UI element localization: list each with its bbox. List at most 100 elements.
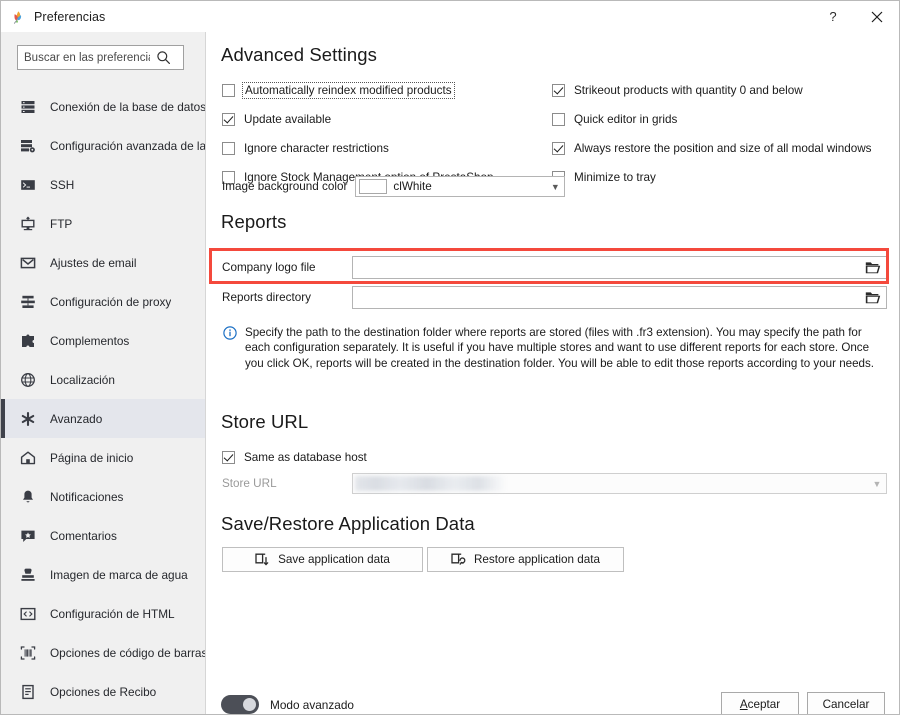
sidebar-item-label: Conexión de la base de datos xyxy=(50,99,206,114)
sidebar-item-advanced[interactable]: Avanzado xyxy=(1,399,205,438)
window-title: Preferencias xyxy=(34,9,106,24)
receipt-icon xyxy=(19,683,37,701)
chevron-down-icon: ▼ xyxy=(872,478,882,489)
advanced-checkbox-column-right: Strikeout products with quantity 0 and b… xyxy=(552,80,897,188)
info-icon xyxy=(223,325,245,371)
checkbox-minimize-to-tray[interactable]: Minimize to tray xyxy=(552,167,897,188)
search-box[interactable] xyxy=(17,45,184,70)
restore-application-data-button[interactable]: Restore application data xyxy=(427,547,624,572)
checkbox-box[interactable] xyxy=(222,451,235,464)
help-icon[interactable]: ? xyxy=(811,2,855,32)
reports-info-text: Specify the path to the destination fold… xyxy=(245,326,874,370)
sidebar-item-notifications[interactable]: Notificaciones xyxy=(1,477,205,516)
checkbox-box[interactable] xyxy=(222,113,235,126)
checkbox-label: Quick editor in grids xyxy=(574,113,678,126)
checkbox-auto-reindex[interactable]: Automatically reindex modified products xyxy=(222,80,562,101)
save-data-icon xyxy=(255,552,270,567)
sidebar-item-comments[interactable]: Comentarios xyxy=(1,516,205,555)
checkbox-update-available[interactable]: Update available xyxy=(222,109,562,130)
sidebar-item-label: Avanzado xyxy=(50,411,103,426)
cancel-button-label: Cancelar xyxy=(822,698,870,711)
image-background-color-combo[interactable]: clWhite ▼ xyxy=(355,176,566,197)
color-swatch[interactable] xyxy=(359,179,388,194)
checkbox-ignore-character-restrictions[interactable]: Ignore character restrictions xyxy=(222,138,562,159)
sidebar-item-html-settings[interactable]: Configuración de HTML xyxy=(1,594,205,633)
save-application-data-button[interactable]: Save application data xyxy=(222,547,423,572)
sidebar-item-proxy-settings[interactable]: Configuración de proxy xyxy=(1,282,205,321)
checkbox-label: Update available xyxy=(244,113,332,126)
sidebar-item-label: Localización xyxy=(50,372,115,387)
store-url-row: Store URL ▼ xyxy=(222,473,887,494)
sidebar-item-advanced-database-settings[interactable]: Configuración avanzada de la … xyxy=(1,126,205,165)
globe-icon xyxy=(19,371,37,389)
checkbox-box[interactable] xyxy=(222,84,235,97)
restore-application-data-label: Restore application data xyxy=(473,553,601,566)
content-pane: Advanced Settings Automatically reindex … xyxy=(207,32,899,714)
sidebar-nav: Conexión de la base de datos Configuraci… xyxy=(1,87,206,711)
ftp-icon xyxy=(19,215,37,233)
checkbox-box[interactable] xyxy=(552,84,565,97)
checkbox-box[interactable] xyxy=(222,142,235,155)
leaf-icon xyxy=(10,9,26,25)
sidebar-item-home-page[interactable]: Página de inicio xyxy=(1,438,205,477)
company-logo-file-field[interactable] xyxy=(352,256,887,279)
reports-directory-field[interactable] xyxy=(352,286,887,309)
sidebar-item-label: Configuración de proxy xyxy=(50,294,172,309)
sidebar-item-email-settings[interactable]: Ajustes de email xyxy=(1,243,205,282)
dialog-button-row: Aceptar Cancelar xyxy=(721,692,885,714)
image-background-color-label: Image background color xyxy=(222,180,348,193)
sidebar-item-watermark-image[interactable]: Imagen de marca de agua xyxy=(1,555,205,594)
cancel-button[interactable]: Cancelar xyxy=(807,692,885,714)
asterisk-icon xyxy=(19,410,37,428)
checkbox-label: Ignore character restrictions xyxy=(244,142,389,155)
checkbox-always-restore-modal-position[interactable]: Always restore the position and size of … xyxy=(552,138,897,159)
store-url-label: Store URL xyxy=(222,477,277,490)
sidebar-item-label: Complementos xyxy=(50,333,130,348)
advanced-settings-heading: Advanced Settings xyxy=(221,44,377,65)
store-url-combo: ▼ xyxy=(352,473,887,494)
checkbox-same-as-database-host[interactable]: Same as database host xyxy=(222,447,367,468)
store-url-redacted-value xyxy=(355,476,505,491)
folder-open-icon[interactable] xyxy=(860,257,886,278)
sidebar-item-label: FTP xyxy=(50,216,73,231)
proxy-icon xyxy=(19,293,37,311)
search-input[interactable] xyxy=(18,47,152,68)
advanced-mode-toggle-group[interactable]: Modo avanzado xyxy=(221,695,354,714)
sidebar-item-ftp[interactable]: FTP xyxy=(1,204,205,243)
envelope-icon xyxy=(19,254,37,272)
sidebar-item-localization[interactable]: Localización xyxy=(1,360,205,399)
checkbox-quick-editor-in-grids[interactable]: Quick editor in grids xyxy=(552,109,897,130)
bell-icon xyxy=(19,488,37,506)
feedback-icon xyxy=(19,527,37,545)
close-icon[interactable] xyxy=(855,2,899,32)
accept-button[interactable]: Aceptar xyxy=(721,692,799,714)
advanced-mode-toggle[interactable] xyxy=(221,695,259,714)
sidebar-item-label: Configuración de HTML xyxy=(50,606,175,621)
search-icon[interactable] xyxy=(152,50,174,65)
sidebar-item-label: Página de inicio xyxy=(50,450,134,465)
reports-heading: Reports xyxy=(221,211,287,232)
barcode-icon xyxy=(19,644,37,662)
puzzle-icon xyxy=(19,332,37,350)
image-background-color-row: Image background color clWhite ▼ xyxy=(222,176,566,197)
folder-open-icon[interactable] xyxy=(860,287,886,308)
toggle-knob xyxy=(243,698,256,711)
company-logo-file-label: Company logo file xyxy=(222,261,316,274)
sidebar-item-ssh[interactable]: SSH xyxy=(1,165,205,204)
accept-button-label: Aceptar xyxy=(739,698,781,711)
sidebar-item-receipt-options[interactable]: Opciones de Recibo xyxy=(1,672,205,711)
checkbox-label: Minimize to tray xyxy=(574,171,656,184)
sidebar-item-barcode-options[interactable]: Opciones de código de barras xyxy=(1,633,205,672)
sidebar-item-label: Imagen de marca de agua xyxy=(50,567,188,582)
checkbox-strikeout-zero-quantity[interactable]: Strikeout products with quantity 0 and b… xyxy=(552,80,897,101)
checkbox-box[interactable] xyxy=(552,113,565,126)
stamp-icon xyxy=(19,566,37,584)
reports-directory-row: Reports directory xyxy=(222,286,887,309)
advanced-mode-label: Modo avanzado xyxy=(270,697,354,712)
sidebar-item-plugins[interactable]: Complementos xyxy=(1,321,205,360)
checkbox-box[interactable] xyxy=(552,142,565,155)
chevron-down-icon[interactable]: ▼ xyxy=(546,182,564,192)
save-application-data-label: Save application data xyxy=(278,553,390,566)
preferences-window: Preferencias ? Buscar en las preferencia… xyxy=(0,0,900,715)
sidebar-item-database-connection[interactable]: Conexión de la base de datos xyxy=(1,87,206,126)
